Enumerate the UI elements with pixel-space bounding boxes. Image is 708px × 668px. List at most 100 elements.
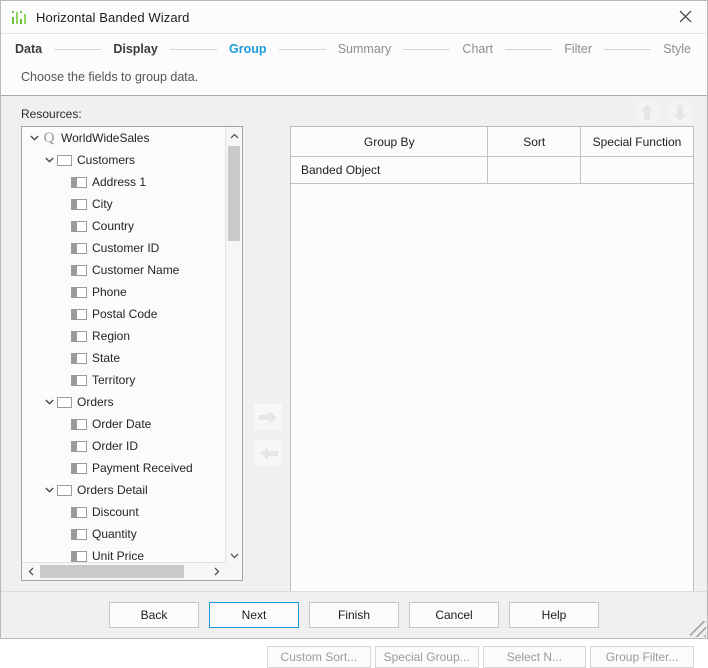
grid-header-row: Group By Sort Special Function	[291, 127, 693, 157]
tree-item-label: Phone	[92, 285, 127, 299]
tree-item[interactable]: Postal Code	[22, 303, 225, 325]
tree-item-label: Payment Received	[92, 461, 193, 475]
arrow-down-icon[interactable]	[668, 101, 692, 123]
tree-item[interactable]: Discount	[22, 501, 225, 523]
page-subtitle: Choose the fields to group data.	[21, 70, 198, 84]
scroll-right-icon[interactable]	[208, 563, 225, 580]
tree-vscroll-thumb[interactable]	[228, 146, 240, 241]
field-icon	[71, 419, 87, 430]
tree-item[interactable]: State	[22, 347, 225, 369]
tree-item-label: Customer ID	[92, 241, 159, 255]
tree-item-label: Order ID	[92, 439, 138, 453]
custom-sort-button[interactable]: Custom Sort...	[267, 646, 371, 668]
step-group[interactable]: Group	[229, 42, 267, 56]
step-filter[interactable]: Filter	[564, 42, 592, 56]
field-icon	[71, 353, 87, 364]
field-icon	[71, 551, 87, 562]
tree-item-label: Territory	[92, 373, 135, 387]
resize-grip-icon[interactable]	[690, 621, 706, 637]
field-icon	[71, 309, 87, 320]
tree-item[interactable]: Address 1	[22, 171, 225, 193]
tree-item-label: City	[92, 197, 113, 211]
step-summary[interactable]: Summary	[338, 42, 391, 56]
tree-item-label: Customer Name	[92, 263, 179, 277]
resources-label: Resources:	[21, 107, 82, 121]
arrow-right-icon[interactable]	[254, 404, 282, 430]
field-icon	[71, 199, 87, 210]
tree-item-label: Address 1	[92, 175, 146, 189]
tree-item[interactable]: Q WorldWideSales	[22, 127, 225, 149]
tree-item-label: Country	[92, 219, 134, 233]
tree-item[interactable]: Payment Received	[22, 457, 225, 479]
field-icon	[71, 177, 87, 188]
group-filter-button[interactable]: Group Filter...	[590, 646, 694, 668]
tree-item[interactable]: Country	[22, 215, 225, 237]
cancel-button[interactable]: Cancel	[409, 602, 499, 628]
select-n-button[interactable]: Select N...	[483, 646, 587, 668]
scroll-up-icon[interactable]	[226, 127, 243, 144]
tree-vertical-scrollbar[interactable]	[225, 127, 242, 564]
step-divider	[170, 49, 217, 50]
cell-sort[interactable]	[488, 157, 580, 184]
tree-item-label: WorldWideSales	[61, 131, 149, 145]
group-grid-panel: Group By Sort Special Function Banded Ob…	[290, 126, 694, 611]
chevron-down-icon[interactable]	[43, 157, 56, 163]
tree-item-label: Orders	[77, 395, 114, 409]
column-header-sort[interactable]: Sort	[488, 127, 580, 157]
chevron-down-icon[interactable]	[43, 399, 56, 405]
table-row[interactable]: Banded Object	[291, 157, 693, 184]
field-icon	[71, 507, 87, 518]
step-divider	[279, 49, 326, 50]
arrow-left-icon[interactable]	[254, 440, 282, 466]
back-button[interactable]: Back	[109, 602, 199, 628]
tree-item[interactable]: Phone	[22, 281, 225, 303]
tree-item[interactable]: Orders	[22, 391, 225, 413]
tree-hscroll-thumb[interactable]	[40, 565, 184, 578]
arrow-up-icon[interactable]	[635, 101, 659, 123]
table-icon	[57, 485, 72, 496]
transfer-buttons	[254, 404, 282, 466]
step-chart[interactable]: Chart	[462, 42, 493, 56]
column-header-group-by[interactable]: Group By	[291, 127, 488, 157]
tree-item[interactable]: Orders Detail	[22, 479, 225, 501]
step-divider	[54, 49, 101, 50]
chevron-down-icon[interactable]	[28, 135, 41, 141]
field-icon	[71, 441, 87, 452]
tree-item[interactable]: Customer Name	[22, 259, 225, 281]
field-icon	[71, 265, 87, 276]
chevron-down-icon[interactable]	[43, 487, 56, 493]
tree-item[interactable]: Order ID	[22, 435, 225, 457]
tree-item[interactable]: Quantity	[22, 523, 225, 545]
scrollbar-corner	[225, 562, 242, 580]
tree-item-label: Region	[92, 329, 130, 343]
tree-item[interactable]: City	[22, 193, 225, 215]
field-icon	[71, 287, 87, 298]
wizard-dialog: Horizontal Banded Wizard Data Display Gr…	[0, 0, 708, 639]
tree-horizontal-scrollbar[interactable]	[22, 562, 225, 580]
cell-group-by[interactable]: Banded Object	[291, 157, 488, 184]
step-style[interactable]: Style	[663, 42, 691, 56]
title-bar: Horizontal Banded Wizard	[1, 1, 707, 34]
cell-special-function[interactable]	[580, 157, 693, 184]
step-data[interactable]: Data	[15, 42, 42, 56]
scroll-left-icon[interactable]	[22, 563, 39, 580]
resources-tree[interactable]: Q WorldWideSales Customers Address 1 City Cou…	[22, 127, 225, 564]
step-display[interactable]: Display	[113, 42, 157, 56]
help-button[interactable]: Help	[509, 602, 599, 628]
close-icon[interactable]	[663, 1, 707, 32]
tree-item-label: Customers	[77, 153, 135, 167]
bar-chart-icon	[11, 9, 27, 25]
tree-item[interactable]: Region	[22, 325, 225, 347]
tree-item[interactable]: Customers	[22, 149, 225, 171]
column-header-special-function[interactable]: Special Function	[580, 127, 693, 157]
field-icon	[71, 375, 87, 386]
next-button[interactable]: Next	[209, 602, 299, 628]
finish-button[interactable]: Finish	[309, 602, 399, 628]
tree-item-label: Quantity	[92, 527, 137, 541]
tree-item[interactable]: Customer ID	[22, 237, 225, 259]
tree-item[interactable]: Order Date	[22, 413, 225, 435]
special-group-button[interactable]: Special Group...	[375, 646, 479, 668]
query-icon: Q	[41, 130, 57, 146]
tree-item[interactable]: Territory	[22, 369, 225, 391]
main-content: Resources: Q WorldWideSales Customers Addre…	[1, 96, 707, 591]
